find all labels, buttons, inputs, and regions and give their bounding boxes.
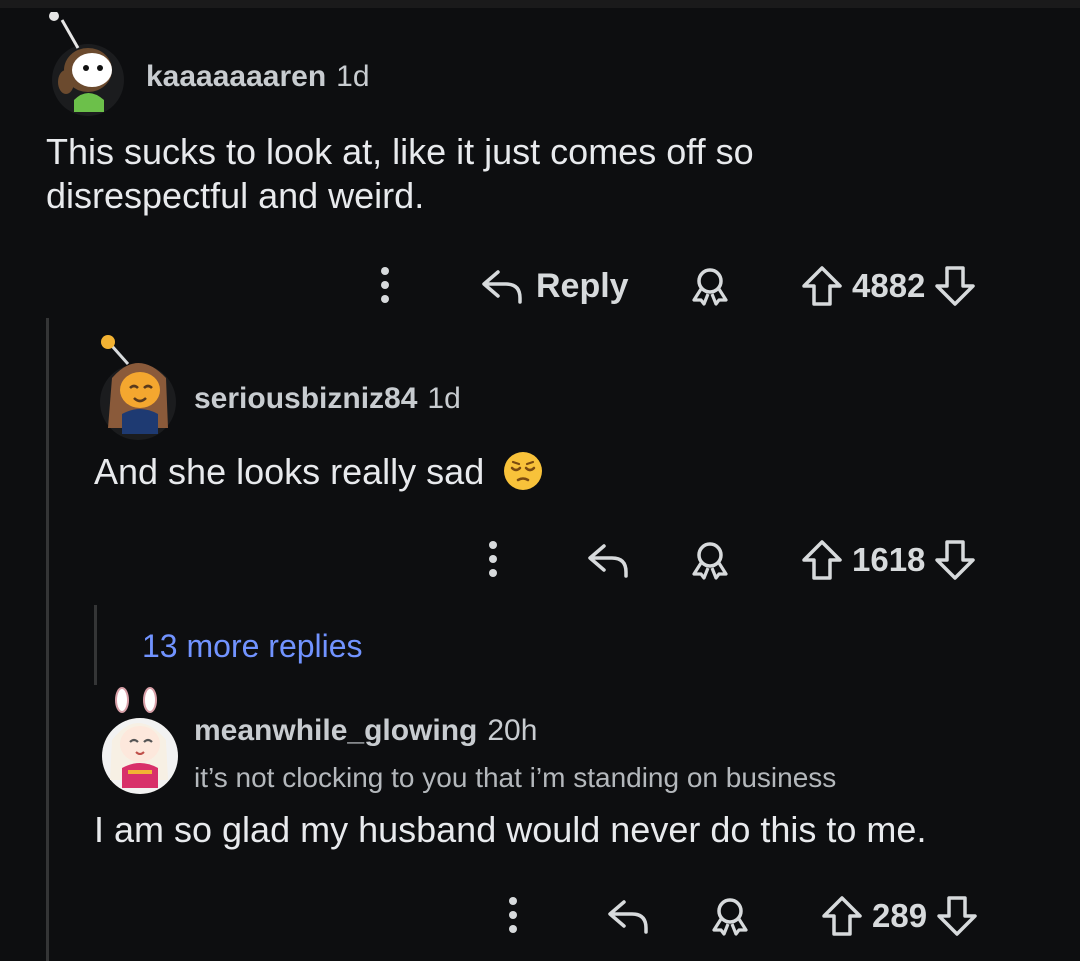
- comment-actions: Reply 4882: [0, 262, 1080, 310]
- comment-actions: 289: [0, 892, 1080, 940]
- reply-button[interactable]: [606, 892, 650, 940]
- award-button[interactable]: [688, 536, 732, 584]
- more-options-button[interactable]: [498, 892, 528, 940]
- comment-body-line: disrespectful and weird.: [46, 175, 425, 216]
- vote-score: 289: [872, 897, 928, 934]
- avatar[interactable]: [98, 684, 182, 796]
- user-flair: it’s not clocking to you that i’m standi…: [194, 762, 837, 793]
- reply-label: Reply: [536, 266, 629, 305]
- timestamp: 1d: [336, 60, 370, 93]
- reply-button[interactable]: Reply: [480, 262, 629, 310]
- more-options-button[interactable]: [370, 262, 400, 310]
- more-options-icon: [381, 267, 389, 303]
- thread-line-level-2[interactable]: [94, 605, 97, 685]
- username[interactable]: seriousbizniz84: [194, 382, 417, 416]
- reply-icon: [588, 544, 628, 578]
- comment-seriousbizniz84: seriousbizniz84 1d And she looks really …: [0, 320, 1080, 600]
- vote-score: 4882: [852, 267, 926, 304]
- award-icon: [692, 542, 728, 580]
- upvote-icon[interactable]: [800, 538, 844, 582]
- vote-controls: 289: [820, 892, 979, 940]
- comment-meanwhile-glowing: meanwhile_glowing 20h it’s not clocking …: [0, 680, 1080, 961]
- award-icon: [712, 898, 748, 936]
- upvote-icon[interactable]: [820, 894, 864, 938]
- downvote-icon[interactable]: [933, 264, 977, 308]
- pensive-face-emoji: [502, 450, 544, 502]
- vote-score: 1618: [852, 541, 926, 578]
- award-button[interactable]: [708, 892, 752, 940]
- comment-body: This sucks to look at, like it just come…: [46, 130, 1006, 218]
- reply-icon: [608, 900, 648, 934]
- more-options-icon: [509, 897, 517, 933]
- downvote-icon[interactable]: [933, 538, 977, 582]
- comment-body-text: And she looks really sad: [94, 451, 485, 492]
- comment-meta: kaaaaaaaren 1d: [146, 60, 370, 94]
- more-options-icon: [489, 541, 497, 577]
- vote-controls: 4882: [800, 262, 977, 310]
- downvote-icon[interactable]: [935, 894, 979, 938]
- comment-body: I am so glad my husband would never do t…: [94, 809, 927, 850]
- avatar[interactable]: [96, 328, 180, 440]
- reply-icon: [482, 270, 522, 304]
- avatar[interactable]: [48, 11, 130, 116]
- comment-body-line: This sucks to look at, like it just come…: [46, 131, 754, 172]
- more-options-button[interactable]: [478, 536, 508, 584]
- comment-meta: meanwhile_glowing 20h: [194, 714, 537, 748]
- comment-actions: 1618: [0, 536, 1080, 584]
- username[interactable]: kaaaaaaaren: [146, 60, 326, 94]
- comment-kaaaaaaaren: kaaaaaaaren 1d This sucks to look at, li…: [0, 0, 1080, 320]
- award-icon: [692, 268, 728, 306]
- vote-controls: 1618: [800, 536, 977, 584]
- username[interactable]: meanwhile_glowing: [194, 714, 477, 748]
- upvote-icon[interactable]: [800, 264, 844, 308]
- comment-meta: seriousbizniz84 1d: [194, 382, 461, 416]
- award-button[interactable]: [688, 262, 732, 310]
- timestamp: 20h: [487, 714, 538, 747]
- reply-button[interactable]: [586, 536, 630, 584]
- comment-body: And she looks really sad: [94, 450, 994, 502]
- timestamp: 1d: [427, 382, 461, 415]
- more-replies-link[interactable]: 13 more replies: [142, 628, 363, 665]
